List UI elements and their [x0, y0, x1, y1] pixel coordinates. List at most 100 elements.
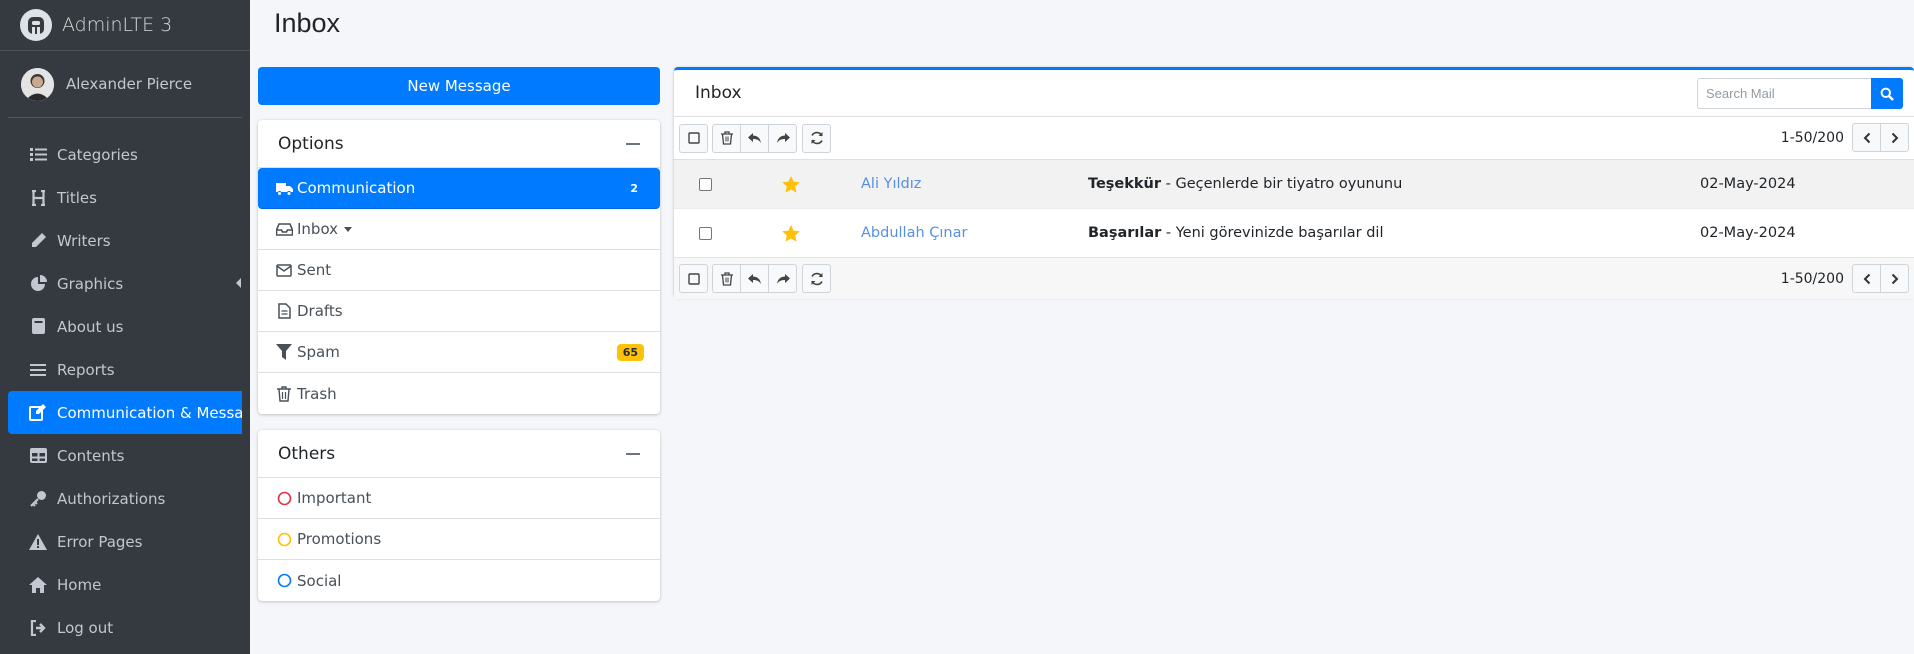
folder-label: Communication: [297, 179, 416, 197]
mail-preview: - Geçenlerde bir tiyatro oyununu: [1161, 176, 1403, 192]
reply-icon: [747, 273, 762, 285]
mail-subject-title: Teşekkür: [1088, 176, 1162, 192]
collapse-minus-icon[interactable]: [626, 142, 640, 145]
star-icon[interactable]: [782, 175, 800, 193]
user-name: Alexander Pierce: [66, 75, 193, 93]
reply-button[interactable]: [740, 264, 769, 293]
table-row[interactable]: Abdullah Çınar Başarılar - Yeni görevini…: [674, 208, 1914, 257]
others-card-title: Others: [278, 443, 336, 464]
sidebar-item-reports[interactable]: Reports: [8, 348, 242, 391]
mailbox-left-column: New Message Options Communication 2 Inbo…: [258, 67, 660, 601]
folder-label: Spam: [297, 343, 340, 361]
folder-communication[interactable]: Communication 2: [258, 168, 660, 209]
page-range: 1-50/200: [1780, 270, 1844, 287]
sidebar-item-graphics[interactable]: Graphics: [8, 262, 242, 305]
user-panel[interactable]: Alexander Pierce: [8, 51, 242, 118]
sidebar-item-label: Contents: [57, 446, 125, 465]
table-row[interactable]: Ali Yıldız Teşekkür - Geçenlerde bir tiy…: [674, 159, 1914, 208]
sidebar-item-label: Log out: [57, 618, 114, 637]
trash-icon: [720, 131, 733, 145]
mail-list-header: Inbox Search Mail: [674, 70, 1914, 117]
chevron-right-icon: [1891, 273, 1899, 285]
prev-page-button[interactable]: [1852, 123, 1881, 152]
row-checkbox[interactable]: [699, 177, 712, 191]
square-icon: [687, 272, 700, 285]
file-icon: [275, 302, 293, 320]
page-title: Inbox: [274, 8, 341, 38]
pencil-icon: [28, 231, 48, 251]
sidebar-item-log-out[interactable]: Log out: [8, 606, 242, 649]
sidebar-item-communication-messages[interactable]: Communication & Messages: [8, 391, 242, 434]
share-icon: [776, 132, 790, 144]
mail-list-card: Inbox Search Mail 1-50/200 Ali Yıldız Te…: [674, 67, 1914, 299]
sidebar-item-writers[interactable]: Writers: [8, 219, 242, 262]
mail-sender[interactable]: Ali Yıldız: [861, 176, 921, 192]
brand-link[interactable]: AdminLTE 3: [0, 0, 250, 51]
select-all-button[interactable]: [679, 123, 708, 153]
delete-button[interactable]: [712, 264, 741, 293]
folder-sent[interactable]: Sent: [258, 250, 660, 291]
row-checkbox[interactable]: [699, 226, 712, 240]
mail-subject-title: Başarılar: [1088, 225, 1162, 241]
search-button[interactable]: [1871, 78, 1903, 109]
label-social[interactable]: Social: [258, 560, 660, 601]
spam-count-badge: 65: [616, 343, 644, 361]
folder-trash[interactable]: Trash: [258, 373, 660, 414]
others-card-header: Others: [258, 430, 660, 478]
search-input[interactable]: Search Mail: [1697, 78, 1871, 109]
star-icon[interactable]: [782, 224, 800, 242]
collapse-minus-icon[interactable]: [626, 452, 640, 455]
label-promotions[interactable]: Promotions: [258, 519, 660, 560]
mail-subject[interactable]: Başarılar - Yeni görevinizde başarılar d…: [1088, 225, 1384, 241]
mail-subject[interactable]: Teşekkür - Geçenlerde bir tiyatro oyunun…: [1088, 176, 1402, 192]
delete-button[interactable]: [712, 123, 741, 153]
prev-page-button[interactable]: [1852, 264, 1881, 293]
mail-sender[interactable]: Abdullah Çınar: [861, 225, 967, 241]
chevron-left-icon: [1863, 132, 1871, 144]
new-message-button[interactable]: New Message: [258, 67, 660, 105]
table-icon: [28, 446, 48, 466]
sidebar-item-error-pages[interactable]: Error Pages: [8, 520, 242, 563]
sidebar-item-titles[interactable]: Titles: [8, 176, 242, 219]
options-card-title: Options: [278, 133, 344, 154]
main-sidebar: AdminLTE 3 Alexander Pierce Categories T…: [0, 0, 250, 654]
pie-chart-icon: [28, 274, 48, 294]
folder-spam[interactable]: Spam 65: [258, 332, 660, 373]
sidebar-item-categories[interactable]: Categories: [8, 133, 242, 176]
avatar: [21, 67, 54, 101]
circle-promotions-icon: [275, 530, 293, 548]
key-icon: [28, 489, 48, 509]
caret-down-icon[interactable]: [344, 226, 353, 232]
label-text: Social: [297, 571, 342, 590]
inbox-icon: [275, 220, 293, 238]
pagination-bottom: 1-50/200: [1781, 264, 1909, 293]
mailbox-controls-bottom: 1-50/200: [674, 257, 1914, 299]
sidebar-item-label: Graphics: [57, 274, 124, 293]
folder-drafts[interactable]: Drafts: [258, 291, 660, 332]
select-all-button[interactable]: [679, 264, 708, 293]
next-page-button[interactable]: [1880, 264, 1909, 293]
reply-icon: [747, 132, 762, 144]
refresh-button[interactable]: [802, 123, 831, 153]
mail-date: 02-May-2024: [1700, 225, 1796, 241]
forward-button[interactable]: [768, 264, 797, 293]
sidebar-item-home[interactable]: Home: [8, 563, 242, 606]
reply-button[interactable]: [740, 123, 769, 153]
label-important[interactable]: Important: [258, 478, 660, 519]
next-page-button[interactable]: [1880, 123, 1909, 152]
trash-icon: [275, 385, 293, 403]
share-icon: [776, 273, 790, 285]
refresh-button[interactable]: [802, 264, 831, 293]
sidebar-item-contents[interactable]: Contents: [8, 434, 242, 477]
refresh-icon: [810, 272, 824, 286]
home-icon: [28, 575, 48, 595]
sidebar-item-about-us[interactable]: About us: [8, 305, 242, 348]
sidebar-item-authorizations[interactable]: Authorizations: [8, 477, 242, 520]
brand-text: AdminLTE 3: [62, 14, 173, 36]
others-card: Others Important Promotions Social: [258, 430, 660, 601]
forward-button[interactable]: [768, 123, 797, 153]
brand-logo-icon: [20, 9, 52, 41]
filter-icon: [275, 343, 293, 361]
folder-inbox[interactable]: Inbox: [258, 209, 660, 250]
mail-date: 02-May-2024: [1700, 176, 1796, 192]
